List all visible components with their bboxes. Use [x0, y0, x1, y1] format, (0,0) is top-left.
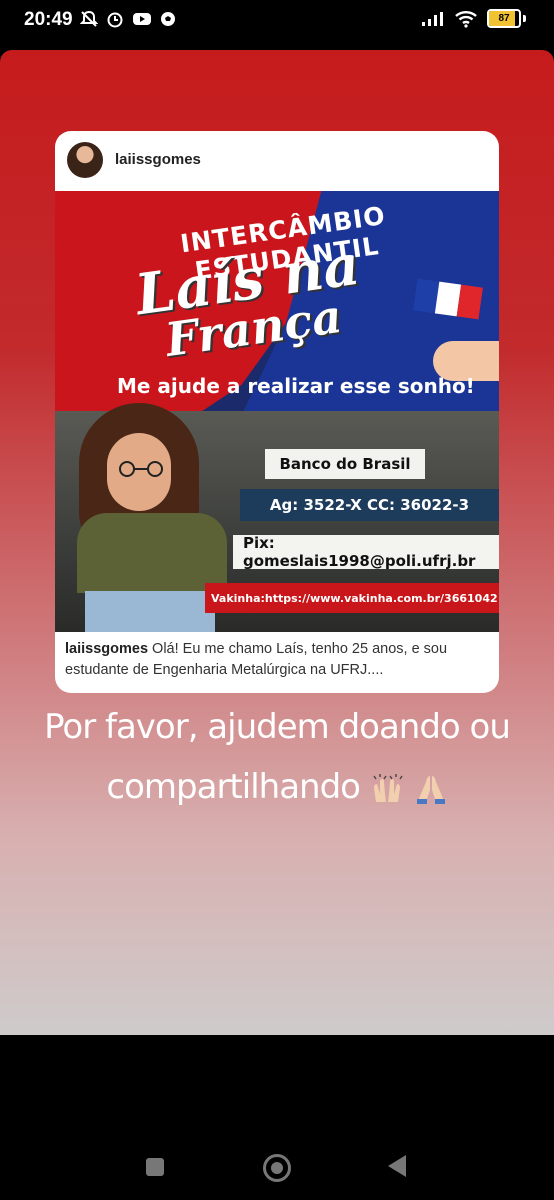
pix-label: Pix: gomeslais1998@poli.ufrj.br: [233, 534, 499, 570]
battery-icon: 87: [487, 9, 521, 28]
avatar[interactable]: [67, 142, 103, 178]
story-text-line-1: Por favor, ajudem doando ou: [44, 707, 511, 747]
clock: 20:49: [24, 9, 73, 30]
wifi-icon: [455, 10, 477, 28]
recents-button[interactable]: [146, 1158, 164, 1176]
person-photo: [67, 403, 227, 632]
system-icons: 87: [421, 9, 526, 28]
account-label: Ag: 3522-X CC: 36022-3: [240, 489, 499, 521]
post-caption[interactable]: laiissgomes Olá! Eu me chamo Laís, tenho…: [65, 639, 489, 681]
story-canvas[interactable]: laiissgomes INTERCÂMBIO ESTUDANTIL Laís …: [0, 50, 554, 1035]
mute-icon: [80, 10, 98, 27]
home-button[interactable]: [263, 1154, 291, 1182]
subtitle-text: Me ajude a realizar esse sonho!: [117, 374, 475, 398]
post-header: laiissgomes: [55, 131, 499, 191]
signal-icon: [422, 11, 443, 26]
vakinha-label: Vakinha:https://www.vakinha.com.br/36610…: [205, 583, 499, 613]
praying-hands-emoji-icon: [416, 775, 445, 804]
bank-label: Banco do Brasil: [265, 449, 425, 479]
soccer-icon: [161, 12, 175, 26]
glasses-icon: [119, 461, 163, 477]
shared-post-card[interactable]: laiissgomes INTERCÂMBIO ESTUDANTIL Laís …: [55, 131, 499, 693]
back-button[interactable]: [388, 1155, 406, 1177]
raising-hands-emoji-icon: [373, 773, 403, 802]
battery-tip: [523, 15, 526, 22]
navigation-bar: [0, 1130, 554, 1200]
caption-username: laiissgomes: [65, 641, 149, 657]
notification-icons: [80, 10, 176, 28]
status-bar: 20:49 87: [0, 0, 554, 40]
youtube-icon: [133, 13, 151, 25]
story-text-line-2: compartilhando: [0, 767, 554, 807]
post-image[interactable]: INTERCÂMBIO ESTUDANTIL Laís na França Me…: [55, 191, 499, 632]
alarm-icon: [107, 12, 123, 28]
post-username[interactable]: laiissgomes: [115, 151, 201, 168]
story-text-line-2-words: compartilhando: [106, 767, 361, 807]
